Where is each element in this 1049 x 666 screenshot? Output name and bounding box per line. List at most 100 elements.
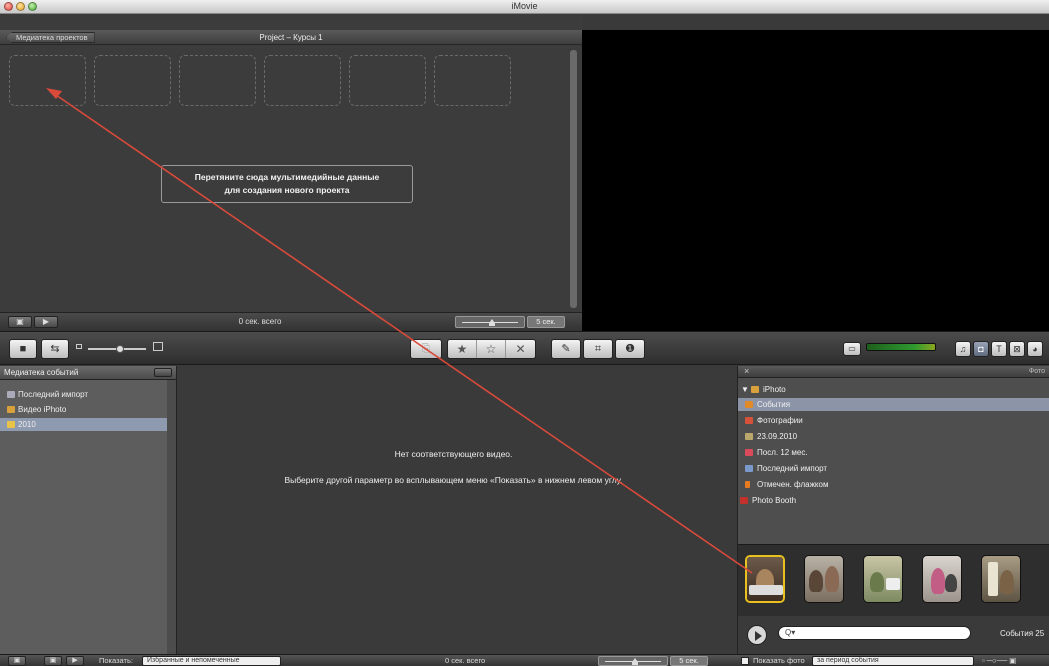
- calendar-icon: [745, 433, 753, 440]
- slider-knob[interactable]: [489, 319, 495, 326]
- maps-browser-button[interactable]: ◕: [1027, 341, 1043, 357]
- photo-thumbnail[interactable]: [804, 555, 844, 603]
- slider-knob[interactable]: [632, 658, 638, 665]
- tree-item-label: Фотографии: [757, 416, 803, 425]
- play-fullscreen-button[interactable]: ▣: [8, 316, 32, 328]
- swap-panes-button[interactable]: ⇆: [41, 339, 69, 359]
- import-icon: [745, 465, 753, 472]
- inspector-button[interactable]: ❶: [615, 339, 645, 359]
- event-item-2010[interactable]: 2010: [0, 418, 167, 431]
- tree-item-photos[interactable]: Фотографии: [738, 414, 1049, 427]
- event-item-label: 2010: [18, 420, 36, 429]
- project-scrollbar[interactable]: [570, 50, 577, 308]
- iphoto-icon: [751, 386, 759, 393]
- event-item-last-import[interactable]: Последний импорт: [0, 388, 167, 401]
- drop-hint-line2: для создания нового проекта: [224, 185, 350, 195]
- tree-item-label: Посл. 12 мес.: [757, 448, 808, 457]
- empty-clip-slot: [349, 55, 426, 106]
- tree-item-label: iPhoto: [763, 385, 786, 394]
- disclosure-triangle-icon[interactable]: ▼: [741, 383, 749, 396]
- photo-thumbnail-strip: [738, 544, 1049, 616]
- event-library-title: Медиатека событий: [4, 368, 79, 377]
- window-title: iMovie: [511, 1, 538, 11]
- photo-search-input[interactable]: Q▾: [778, 626, 971, 640]
- music-browser-button[interactable]: ♫: [955, 341, 971, 357]
- import-button[interactable]: ▣: [8, 656, 26, 666]
- show-photo-checkbox[interactable]: [741, 657, 749, 665]
- window-titlebar: iMovie: [0, 0, 1049, 14]
- tree-item-flagged[interactable]: Отмечен. флажком: [738, 478, 1049, 491]
- folder-icon: [7, 421, 15, 428]
- play-event-button[interactable]: ▶: [66, 656, 84, 666]
- photo-browser-bottom: Q▾ События 25: [738, 616, 1049, 654]
- voiceover-button[interactable]: ▭: [843, 342, 861, 356]
- tree-item-label: Отмечен. флажком: [757, 480, 829, 489]
- thumbnail-zoom-slider[interactable]: [455, 316, 525, 328]
- photo-thumbnail[interactable]: [922, 555, 962, 603]
- fullscreen-play-button[interactable]: ▣: [44, 656, 62, 666]
- tree-item-last-import[interactable]: Последний импорт: [738, 462, 1049, 475]
- no-video-hint: Выберите другой параметр во всплывающем …: [284, 475, 623, 485]
- show-photo-label: Показать фото: [753, 656, 805, 665]
- event-library-scrollbar[interactable]: [167, 380, 176, 654]
- event-item-iphoto-video[interactable]: Видео iPhoto: [0, 403, 167, 416]
- photos-icon: [745, 417, 753, 424]
- tree-item-photo-booth[interactable]: Photo Booth: [738, 494, 1049, 507]
- show-label: Показать:: [99, 656, 133, 665]
- photo-browser-button[interactable]: ◘: [973, 341, 989, 357]
- film-icon: [7, 391, 15, 398]
- add-to-project-button[interactable]: ⎘: [410, 339, 442, 359]
- drop-hint[interactable]: Перетяните сюда мультимедийные данные дл…: [161, 165, 413, 203]
- period-value: за период события: [817, 657, 879, 664]
- tree-item-last-12-months[interactable]: Посл. 12 мес.: [738, 446, 1049, 459]
- reject-icon[interactable]: ✕: [506, 340, 535, 358]
- large-thumb-icon: [153, 342, 163, 351]
- tree-item-label: События: [757, 400, 791, 409]
- crop-tool-button[interactable]: ⌗: [583, 339, 613, 359]
- show-filter-select[interactable]: Избранные и непомеченные: [142, 656, 281, 666]
- transitions-browser-button[interactable]: ⊠: [1009, 341, 1025, 357]
- tree-item-events[interactable]: События: [738, 398, 1049, 411]
- rating-group: ★ ☆ ✕: [447, 339, 536, 359]
- events-count: События 25: [1000, 629, 1045, 638]
- event-item-label: Последний импорт: [18, 390, 89, 399]
- event-duration-label: 5 сек.: [670, 656, 708, 666]
- period-select[interactable]: за период события: [812, 656, 974, 666]
- event-browser: Нет соответствующего видео. Выберите дру…: [178, 366, 729, 654]
- project-header: Медиатека проектов Project – Курсы 1: [0, 30, 582, 45]
- show-hide-events-button[interactable]: [154, 368, 172, 377]
- unmark-star-icon[interactable]: ☆: [477, 340, 506, 358]
- show-filter-value: Избранные и непомеченные: [147, 657, 240, 664]
- calendar-icon: [745, 449, 753, 456]
- tree-item-date[interactable]: 23.09.2010: [738, 430, 1049, 443]
- events-icon: [745, 401, 753, 408]
- photo-thumbnail[interactable]: [745, 555, 785, 603]
- photo-size-slider[interactable]: ▫ ─○── ▣: [982, 656, 1016, 665]
- play-icon[interactable]: [747, 625, 767, 645]
- search-icon: Q▾: [785, 628, 796, 637]
- camera-import-button[interactable]: ■: [9, 339, 37, 359]
- close-icon[interactable]: ×: [744, 366, 749, 376]
- play-button[interactable]: ▶: [34, 316, 58, 328]
- titles-browser-button[interactable]: T: [991, 341, 1007, 357]
- empty-clip-slot: [434, 55, 511, 106]
- thumbnail-duration-label: 5 сек.: [527, 316, 565, 328]
- photo-thumbnail[interactable]: [981, 555, 1021, 603]
- audio-level-meter: [866, 343, 936, 351]
- no-video-title: Нет соответствующего видео.: [394, 449, 513, 459]
- keyword-tool-button[interactable]: ✎: [551, 339, 581, 359]
- project-total-duration: 0 сек. всего: [238, 317, 282, 326]
- clip-size-slider[interactable]: [88, 345, 146, 353]
- photo-thumbnail[interactable]: [863, 555, 903, 603]
- event-library: Медиатека событий Последний импорт Видео…: [0, 366, 177, 654]
- favorite-star-icon[interactable]: ★: [448, 340, 477, 358]
- empty-clip-slot: [9, 55, 86, 106]
- tree-item-label: Последний импорт: [757, 464, 828, 473]
- iphoto-icon: [7, 406, 15, 413]
- photo-booth-icon: [740, 497, 748, 504]
- small-thumb-icon: [76, 344, 82, 349]
- event-zoom-slider[interactable]: [598, 656, 668, 666]
- video-viewer: [582, 30, 1049, 331]
- clip-size-slider-knob[interactable]: [116, 345, 124, 353]
- tree-item-iphoto[interactable]: ▼ iPhoto: [738, 383, 1049, 396]
